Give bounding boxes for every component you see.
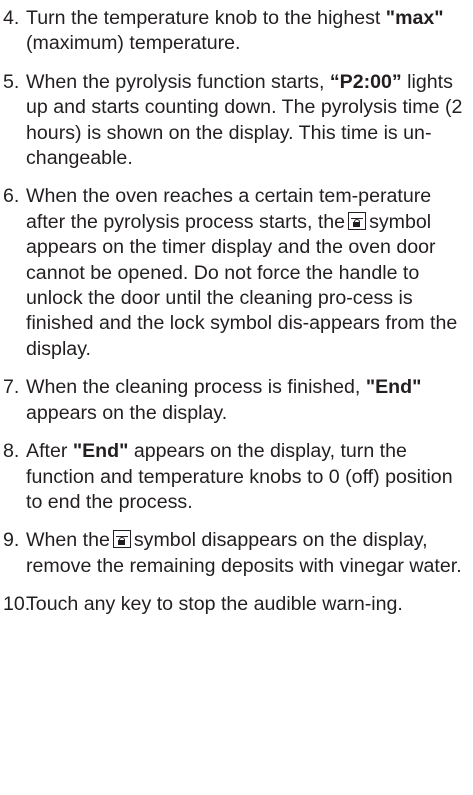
step-number: 7. [3, 376, 20, 399]
step-9: 9. When the symbol disappears on the disp… [0, 528, 468, 579]
step-10: 10. Touch any key to stop the audible wa… [0, 592, 468, 617]
step-text: Turn the temperature knob to the highest… [26, 7, 444, 55]
step-text: When the oven reaches a certain tem-pera… [26, 185, 458, 360]
emphasis-end: "End" [72, 440, 129, 463]
lock-icon [112, 530, 131, 549]
lock-icon [348, 211, 367, 230]
step-text: After "End" appears on the display, turn… [26, 440, 453, 513]
step-7: 7. When the cleaning process is finished… [0, 375, 468, 426]
step-text: When the pyrolysis function starts, “P2:… [26, 70, 463, 170]
step-4: 4. Turn the temperature knob to the high… [0, 6, 468, 57]
step-text: Touch any key to stop the audible warn-i… [26, 593, 403, 616]
step-number: 10. [3, 593, 31, 616]
step-8: 8. After "End" appears on the display, t… [0, 439, 468, 515]
step-number: 9. [3, 529, 20, 552]
emphasis-p200: “P2:00” [329, 70, 402, 93]
step-number: 5. [3, 70, 20, 93]
step-number: 6. [3, 185, 20, 208]
step-text: When the cleaning process is finished, "… [26, 376, 422, 424]
instruction-list: 4. Turn the temperature knob to the high… [0, 6, 468, 618]
step-number: 4. [3, 7, 20, 29]
step-6: 6. When the oven reaches a certain tem-p… [0, 184, 468, 362]
step-text: When the symbol disappears on the display… [26, 529, 462, 577]
step-5: 5. When the pyrolysis function starts, “… [0, 70, 468, 172]
emphasis-end: "End" [365, 376, 422, 399]
manual-page: 4. Turn the temperature knob to the high… [0, 0, 473, 795]
emphasis-max: "max" [385, 7, 444, 29]
step-number: 8. [3, 440, 20, 463]
